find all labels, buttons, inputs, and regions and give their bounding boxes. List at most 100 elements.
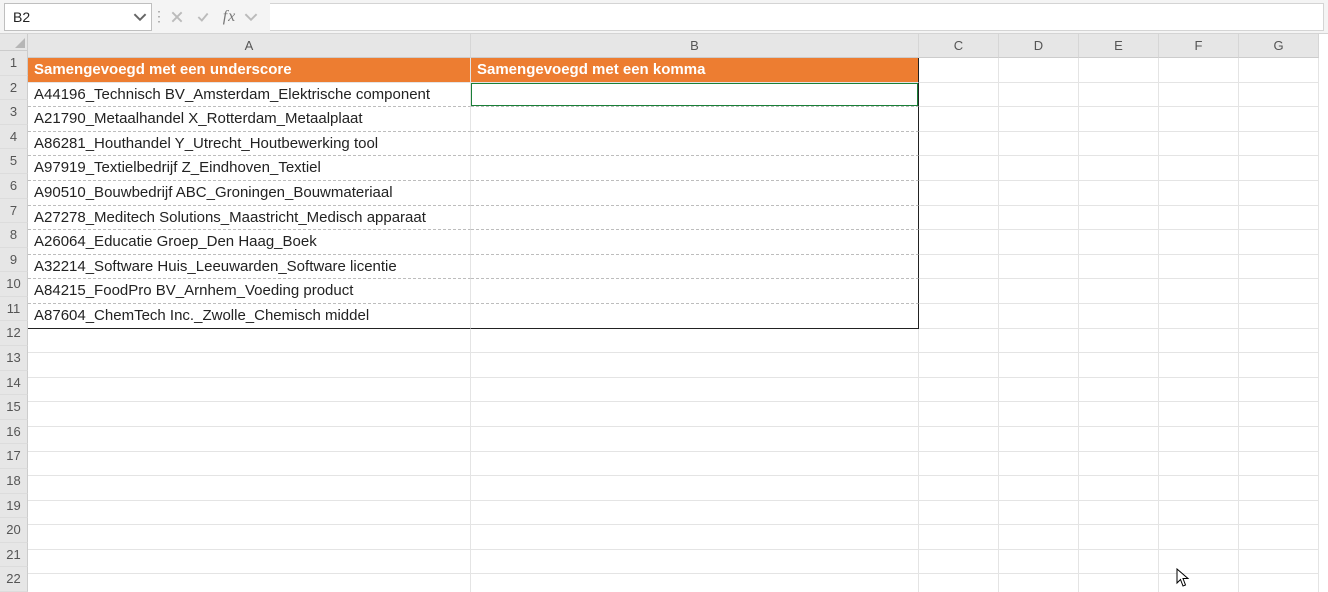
cell[interactable] bbox=[28, 378, 471, 403]
formula-input[interactable] bbox=[270, 3, 1324, 31]
cell[interactable] bbox=[919, 304, 999, 329]
cell[interactable] bbox=[1159, 255, 1239, 280]
cell[interactable] bbox=[999, 255, 1079, 280]
cell-A10[interactable]: A84215_FoodPro BV_Arnhem_Voeding product bbox=[28, 279, 471, 304]
fx-button[interactable]: fx bbox=[218, 4, 240, 30]
cell-A9[interactable]: A32214_Software Huis_Leeuwarden_Software… bbox=[28, 255, 471, 280]
column-header[interactable]: B bbox=[471, 34, 919, 58]
cell[interactable] bbox=[919, 181, 999, 206]
cell[interactable] bbox=[999, 83, 1079, 108]
row-header[interactable]: 2 bbox=[0, 76, 28, 101]
row-header[interactable]: 10 bbox=[0, 272, 28, 297]
cell-A3[interactable]: A21790_Metaalhandel X_Rotterdam_Metaalpl… bbox=[28, 107, 471, 132]
cell[interactable] bbox=[471, 402, 919, 427]
cell[interactable] bbox=[1239, 501, 1319, 526]
cell[interactable] bbox=[999, 353, 1079, 378]
cell[interactable] bbox=[1159, 353, 1239, 378]
cell[interactable] bbox=[28, 501, 471, 526]
cell[interactable] bbox=[1079, 181, 1159, 206]
cell[interactable] bbox=[999, 58, 1079, 83]
cell[interactable] bbox=[1159, 83, 1239, 108]
cell[interactable] bbox=[919, 427, 999, 452]
cell[interactable] bbox=[1079, 58, 1159, 83]
cell[interactable] bbox=[919, 574, 999, 592]
cell[interactable] bbox=[471, 353, 919, 378]
row-header[interactable]: 20 bbox=[0, 518, 28, 543]
cell[interactable] bbox=[999, 181, 1079, 206]
cell[interactable] bbox=[999, 402, 1079, 427]
cell[interactable] bbox=[1079, 452, 1159, 477]
cell[interactable] bbox=[1159, 206, 1239, 231]
cell[interactable] bbox=[1079, 501, 1159, 526]
cell[interactable] bbox=[1159, 279, 1239, 304]
cell[interactable] bbox=[919, 402, 999, 427]
column-header[interactable]: D bbox=[999, 34, 1079, 58]
cell[interactable] bbox=[999, 107, 1079, 132]
cell[interactable] bbox=[999, 550, 1079, 575]
cell[interactable] bbox=[1159, 304, 1239, 329]
cell[interactable] bbox=[471, 329, 919, 354]
cell[interactable] bbox=[1239, 427, 1319, 452]
cell[interactable] bbox=[999, 427, 1079, 452]
cell[interactable] bbox=[1239, 107, 1319, 132]
cell[interactable] bbox=[471, 574, 919, 592]
row-header[interactable]: 15 bbox=[0, 395, 28, 420]
cell[interactable] bbox=[1239, 156, 1319, 181]
name-box[interactable]: B2 bbox=[4, 3, 152, 31]
cell[interactable] bbox=[1239, 476, 1319, 501]
row-header[interactable]: 16 bbox=[0, 420, 28, 445]
cell-A8[interactable]: A26064_Educatie Groep_Den Haag_Boek bbox=[28, 230, 471, 255]
cell[interactable] bbox=[1079, 132, 1159, 157]
cell[interactable] bbox=[1159, 452, 1239, 477]
cell[interactable] bbox=[1079, 206, 1159, 231]
cell-A4[interactable]: A86281_Houthandel Y_Utrecht_Houtbewerkin… bbox=[28, 132, 471, 157]
cell[interactable] bbox=[1079, 525, 1159, 550]
cell-A5[interactable]: A97919_Textielbedrijf Z_Eindhoven_Textie… bbox=[28, 156, 471, 181]
cell[interactable] bbox=[999, 206, 1079, 231]
cell[interactable] bbox=[919, 476, 999, 501]
cell[interactable] bbox=[999, 329, 1079, 354]
column-header[interactable]: F bbox=[1159, 34, 1239, 58]
cell[interactable] bbox=[1239, 452, 1319, 477]
cell[interactable] bbox=[1079, 402, 1159, 427]
column-header[interactable]: A bbox=[28, 34, 471, 58]
cell-B4[interactable] bbox=[471, 132, 919, 157]
cell[interactable] bbox=[471, 427, 919, 452]
cell[interactable] bbox=[1239, 378, 1319, 403]
cell[interactable] bbox=[1079, 156, 1159, 181]
cell[interactable] bbox=[1079, 476, 1159, 501]
cell[interactable] bbox=[1159, 550, 1239, 575]
cell[interactable] bbox=[1239, 304, 1319, 329]
cell-B9[interactable] bbox=[471, 255, 919, 280]
cell[interactable] bbox=[919, 329, 999, 354]
cell[interactable] bbox=[1239, 230, 1319, 255]
cell[interactable] bbox=[28, 550, 471, 575]
cell-A6[interactable]: A90510_Bouwbedrijf ABC_Groningen_Bouwmat… bbox=[28, 181, 471, 206]
cell[interactable] bbox=[1159, 378, 1239, 403]
cell[interactable] bbox=[1239, 329, 1319, 354]
cell[interactable] bbox=[999, 304, 1079, 329]
row-header[interactable]: 17 bbox=[0, 444, 28, 469]
row-header[interactable]: 5 bbox=[0, 149, 28, 174]
cell[interactable] bbox=[919, 550, 999, 575]
cell[interactable] bbox=[1079, 550, 1159, 575]
cell[interactable] bbox=[28, 452, 471, 477]
row-header[interactable]: 18 bbox=[0, 469, 28, 494]
cell[interactable] bbox=[1079, 329, 1159, 354]
cell[interactable] bbox=[1159, 501, 1239, 526]
header-cell-B1[interactable]: Samengevoegd met een komma bbox=[471, 58, 919, 83]
cell[interactable] bbox=[28, 574, 471, 592]
row-header[interactable]: 4 bbox=[0, 125, 28, 150]
cell-B6[interactable] bbox=[471, 181, 919, 206]
cell[interactable] bbox=[471, 452, 919, 477]
cell[interactable] bbox=[1159, 58, 1239, 83]
row-header[interactable]: 7 bbox=[0, 199, 28, 224]
cell-A11[interactable]: A87604_ChemTech Inc._Zwolle_Chemisch mid… bbox=[28, 304, 471, 329]
cell[interactable] bbox=[1159, 402, 1239, 427]
column-header[interactable]: C bbox=[919, 34, 999, 58]
cell-B2[interactable] bbox=[471, 83, 919, 108]
cell[interactable] bbox=[1239, 83, 1319, 108]
cell[interactable] bbox=[1239, 58, 1319, 83]
cell-B3[interactable] bbox=[471, 107, 919, 132]
cell-A2[interactable]: A44196_Technisch BV_Amsterdam_Elektrisch… bbox=[28, 83, 471, 108]
